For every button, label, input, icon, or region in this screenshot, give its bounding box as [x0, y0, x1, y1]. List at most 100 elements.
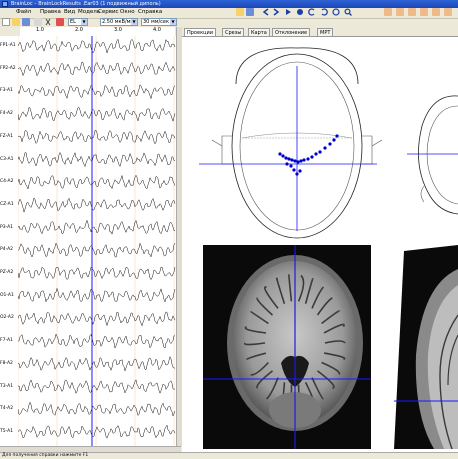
eeg-trace	[18, 219, 176, 235]
channel-label: F8-A2	[0, 360, 13, 366]
eeg-trace	[18, 355, 176, 372]
menu-file[interactable]: Файл	[14, 9, 33, 15]
save-icon[interactable]	[246, 8, 254, 16]
dipole-point	[281, 154, 285, 158]
channel-label: T5-A1	[0, 428, 14, 434]
play-icon[interactable]	[284, 8, 292, 16]
channel-label: FZ-A1	[0, 133, 14, 139]
head-view-5-icon[interactable]	[432, 8, 440, 16]
eeg-trace	[18, 197, 176, 214]
rotate-right-icon[interactable]	[320, 8, 328, 16]
window-title: BrainLoc – BrainLockResults .Ear03 (1 по…	[11, 1, 161, 7]
mri-sagittal-slice[interactable]	[394, 245, 458, 450]
eeg-trace	[18, 151, 176, 168]
localization-panel: Проекции Срезы Карта Отклонение МРТ	[182, 27, 458, 452]
back-icon[interactable]	[262, 8, 270, 16]
channel-label: P4-A2	[0, 247, 14, 253]
dipole-point	[306, 157, 310, 161]
sensitivity-value: 2.50 мкВ/мм	[102, 19, 135, 25]
eeg-trace	[18, 401, 176, 417]
tab-slices[interactable]: Срезы	[222, 28, 245, 36]
channel-labels: FP1-A1 FP2-A2 F3-A1 F4-A2 FZ-A1 C3-A1 C4-A2 CZ-…	[0, 36, 18, 446]
head-view-4-icon[interactable]	[420, 8, 428, 16]
channel-label: PZ-A2	[0, 270, 14, 275]
new-icon[interactable]	[2, 18, 10, 26]
eeg-trace	[18, 287, 176, 303]
montage-select[interactable]: EL ▼	[68, 18, 88, 26]
head-view-2-icon[interactable]	[396, 8, 404, 16]
menu-help[interactable]: Справка	[136, 9, 164, 15]
tab-projections[interactable]: Проекции	[184, 28, 216, 36]
eeg-panel[interactable]: FP1-A1 FP2-A2 F3-A1 F4-A2 FZ-A1 C3-A1 C4-A2 CZ-…	[0, 36, 179, 446]
zoom-icon[interactable]	[344, 8, 352, 16]
eeg-trace	[18, 174, 176, 190]
forward-icon[interactable]	[272, 8, 280, 16]
eeg-trace	[18, 130, 176, 145]
sensitivity-select[interactable]: 2.50 мкВ/мм ▼	[100, 18, 138, 26]
ruler-tick: 4.0	[153, 27, 161, 33]
tab-map[interactable]: Карта	[248, 28, 270, 36]
dipole-point	[298, 169, 302, 173]
eeg-trace	[18, 242, 176, 258]
ruler-tick: 1.0	[36, 27, 44, 33]
cut-icon[interactable]	[44, 18, 52, 26]
channel-label: F7-A1	[0, 338, 13, 344]
menu-window[interactable]: Окно	[118, 9, 137, 15]
print-icon[interactable]	[34, 18, 42, 26]
eeg-traces[interactable]	[18, 36, 176, 446]
head-view-3-icon[interactable]	[408, 8, 416, 16]
head-view-1-icon[interactable]	[384, 8, 392, 16]
open-file-icon[interactable]	[12, 18, 20, 26]
eeg-trace	[18, 333, 176, 349]
dipole-point	[296, 160, 300, 164]
timebase-select[interactable]: 30 мм/сек ▼	[141, 18, 177, 26]
dipole-point	[335, 134, 339, 138]
dipole-point	[290, 158, 294, 162]
tab-deviation[interactable]: Отклонение	[272, 28, 311, 36]
rotate-left-icon[interactable]	[308, 8, 316, 16]
tab-mri[interactable]: МРТ	[317, 28, 334, 36]
channel-label: C3-A1	[0, 156, 14, 162]
channel-label: O2-A2	[0, 315, 14, 321]
dipole-point	[285, 162, 289, 166]
dipole-point	[323, 146, 327, 150]
mri-axial-slice[interactable]	[203, 245, 371, 449]
stop-icon[interactable]	[296, 8, 304, 16]
menu-edit[interactable]: Правка	[38, 9, 63, 15]
dipole-point	[314, 152, 318, 156]
dipole-point	[289, 164, 293, 168]
dipole-point	[299, 159, 303, 163]
open-icon[interactable]	[236, 8, 244, 16]
ruler-tick: 3.0	[114, 27, 122, 33]
head-view-6-icon[interactable]	[444, 8, 452, 16]
dipole-point	[318, 150, 322, 154]
channel-label: F3-A1	[0, 88, 13, 94]
save-file-icon[interactable]	[22, 18, 30, 26]
chevron-down-icon: ▼	[81, 19, 87, 25]
eeg-trace	[18, 424, 176, 439]
dipole-markers	[278, 134, 339, 176]
channel-label: C4-A2	[0, 179, 14, 185]
title-bar: BrainLoc – BrainLockResults .Ear03 (1 по…	[0, 0, 458, 8]
dipole-point	[302, 158, 306, 162]
menu-view[interactable]: Вид	[62, 9, 77, 15]
marker-icon[interactable]	[56, 18, 64, 26]
channel-label: O1-A1	[0, 292, 14, 298]
status-text: Для получения справки нажмите F1	[2, 453, 89, 458]
eeg-trace	[18, 266, 176, 281]
eeg-trace	[18, 107, 176, 123]
dipole-point	[284, 156, 288, 160]
channel-label: F4-A2	[0, 111, 13, 117]
channel-label: CZ-A1	[0, 201, 14, 207]
timebase-value: 30 мм/сек	[143, 19, 170, 25]
menu-service[interactable]: Сервис	[96, 9, 121, 15]
head-projections	[199, 47, 458, 239]
channel-label: T4-A2	[0, 406, 14, 412]
coronal-head-outline	[418, 95, 458, 215]
channel-label: FP2-A2	[0, 65, 16, 71]
refresh-icon[interactable]	[332, 8, 340, 16]
eeg-trace	[18, 38, 176, 54]
app-icon	[2, 1, 8, 7]
eeg-trace	[18, 379, 176, 394]
dipole-point	[278, 152, 282, 156]
